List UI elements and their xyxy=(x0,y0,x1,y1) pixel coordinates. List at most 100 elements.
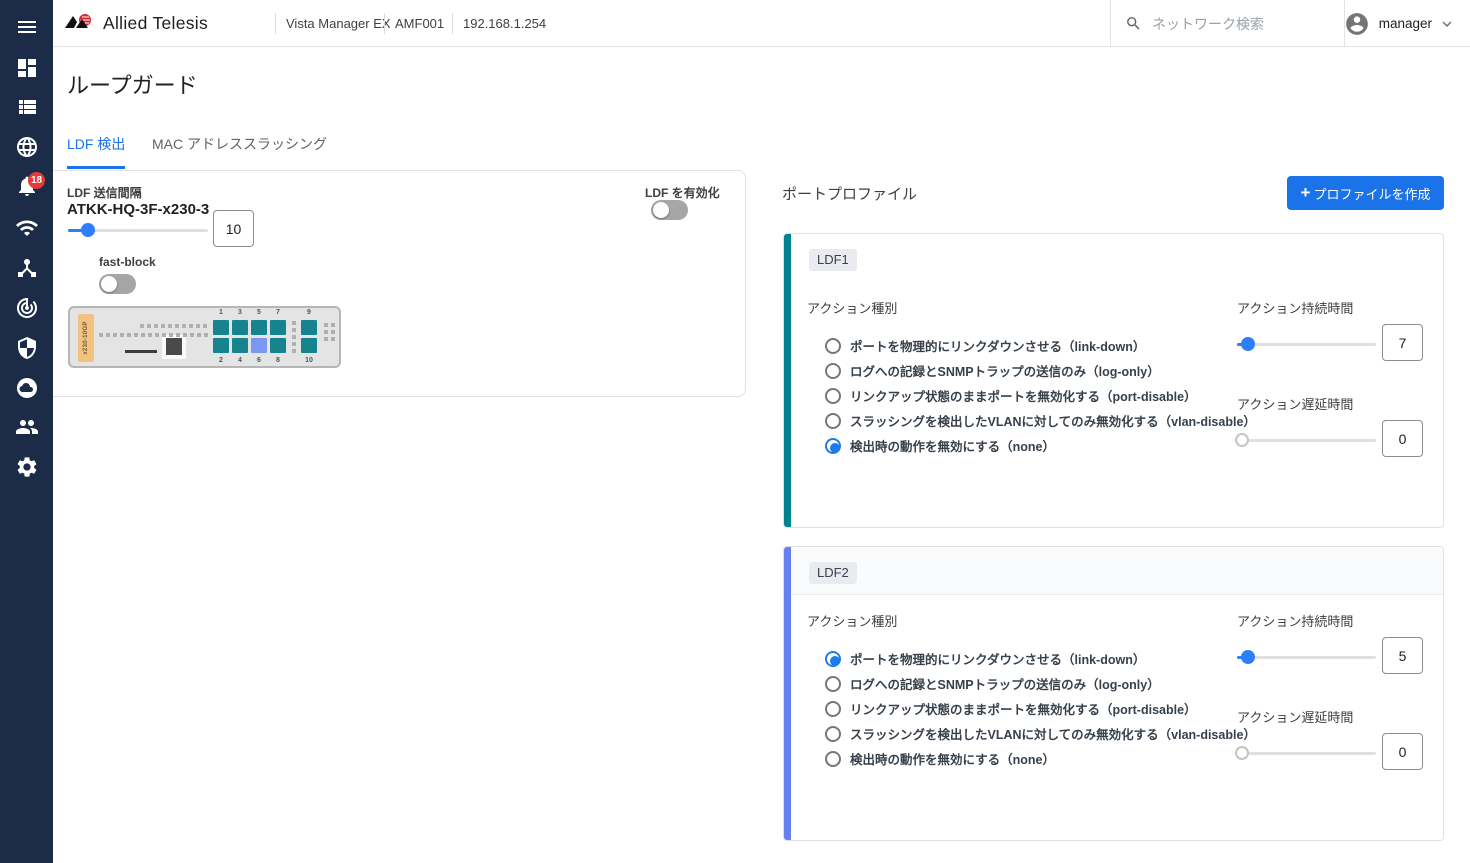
switch-port[interactable] xyxy=(213,320,229,335)
switch-port[interactable] xyxy=(270,338,286,353)
tab-mac-thrashing[interactable]: MAC アドレススラッシング xyxy=(152,134,327,166)
action-radio-option[interactable]: ログへの記録とSNMPトラップの送信のみ（log-only） xyxy=(825,671,1225,696)
led-indicator xyxy=(161,324,165,328)
dashboard-icon[interactable] xyxy=(15,56,39,80)
action-radio-option[interactable]: スラッシングを検出したVLANに対してのみ無効化する（vlan-disable） xyxy=(825,721,1225,746)
action-radio-option[interactable]: リンクアップ状態のままポートを無効化する（port-disable） xyxy=(825,696,1225,721)
radio-icon[interactable] xyxy=(825,651,841,667)
profile-accent-bar xyxy=(784,547,791,840)
port-number: 4 xyxy=(232,357,248,364)
led-indicator xyxy=(176,333,180,337)
header-divider xyxy=(275,13,276,34)
users-icon[interactable] xyxy=(15,415,39,439)
port-number: 9 xyxy=(301,309,317,316)
slider-thumb[interactable] xyxy=(81,223,95,237)
track-changes-icon[interactable] xyxy=(15,296,39,320)
action-duration-slider[interactable] xyxy=(1237,343,1376,346)
radio-icon[interactable] xyxy=(825,363,841,379)
tab-ldf-detection[interactable]: LDF 検出 xyxy=(67,134,125,169)
brand-name: Allied Telesis xyxy=(103,13,208,34)
user-menu[interactable]: manager xyxy=(1344,0,1456,47)
radio-icon[interactable] xyxy=(825,413,841,429)
page-title: ループガード xyxy=(67,68,198,100)
action-duration-input[interactable] xyxy=(1382,324,1423,361)
led-indicator xyxy=(292,349,296,353)
search-input[interactable] xyxy=(1152,16,1322,32)
led-indicator xyxy=(292,335,296,339)
action-delay-input[interactable] xyxy=(1382,733,1423,770)
action-radio-option[interactable]: 検出時の動作を無効にする（none） xyxy=(825,433,1225,458)
ldf-enable-toggle[interactable] xyxy=(651,200,688,220)
radio-icon[interactable] xyxy=(825,338,841,354)
radio-icon[interactable] xyxy=(825,751,841,767)
action-radio-option[interactable]: スラッシングを検出したVLANに対してのみ無効化する（vlan-disable） xyxy=(825,408,1225,433)
switch-port[interactable] xyxy=(213,338,229,353)
switch-port[interactable] xyxy=(232,320,248,335)
radio-label: リンクアップ状態のままポートを無効化する（port-disable） xyxy=(850,386,1197,405)
switch-port[interactable] xyxy=(270,320,286,335)
port-number: 2 xyxy=(213,357,229,364)
action-delay-input[interactable] xyxy=(1382,420,1423,457)
action-delay-label: アクション遅延時間 xyxy=(1237,394,1353,413)
slider-thumb[interactable] xyxy=(1235,433,1249,447)
led-indicator xyxy=(182,324,186,328)
slider-thumb[interactable] xyxy=(1241,337,1255,351)
action-radio-option[interactable]: ログへの記録とSNMPトラップの送信のみ（log-only） xyxy=(825,358,1225,383)
port-number: 10 xyxy=(301,357,317,364)
toggle-knob xyxy=(653,202,669,218)
led-indicator xyxy=(175,324,179,328)
led-indicator xyxy=(183,333,187,337)
radio-label: ログへの記録とSNMPトラップの送信のみ（log-only） xyxy=(850,361,1160,380)
chevron-down-icon xyxy=(1438,15,1456,33)
action-duration-input[interactable] xyxy=(1382,637,1423,674)
led-indicator xyxy=(324,323,328,327)
create-profile-button[interactable]: + プロファイルを作成 xyxy=(1287,176,1444,210)
action-duration-label: アクション持続時間 xyxy=(1237,298,1353,317)
radio-icon[interactable] xyxy=(825,701,841,717)
security-shield-icon[interactable] xyxy=(15,336,39,360)
logo-mark-icon xyxy=(63,12,97,34)
action-type-label: アクション種別 xyxy=(807,611,897,630)
action-delay-slider[interactable] xyxy=(1237,752,1376,755)
switch-port[interactable] xyxy=(301,320,317,335)
radio-icon[interactable] xyxy=(825,438,841,454)
console-port-icon xyxy=(166,338,182,355)
led-indicator xyxy=(292,342,296,346)
switch-port[interactable] xyxy=(251,338,267,353)
slider-thumb[interactable] xyxy=(1241,650,1255,664)
action-duration-slider[interactable] xyxy=(1237,656,1376,659)
action-radio-option[interactable]: 検出時の動作を無効にする（none） xyxy=(825,746,1225,771)
wifi-icon[interactable] xyxy=(15,216,39,240)
port-number: 8 xyxy=(270,357,286,364)
radio-icon[interactable] xyxy=(825,676,841,692)
action-radio-option[interactable]: リンクアップ状態のままポートを無効化する（port-disable） xyxy=(825,383,1225,408)
action-delay-slider[interactable] xyxy=(1237,439,1376,442)
radio-label: ポートを物理的にリンクダウンさせる（link-down） xyxy=(850,336,1145,355)
fast-block-toggle[interactable] xyxy=(99,274,136,294)
switch-port[interactable] xyxy=(301,338,317,353)
radio-icon[interactable] xyxy=(825,726,841,742)
switch-port[interactable] xyxy=(232,338,248,353)
action-radio-option[interactable]: ポートを物理的にリンクダウンさせる（link-down） xyxy=(825,646,1225,671)
network-map-globe-icon[interactable] xyxy=(15,135,39,159)
action-type-radio-group: ポートを物理的にリンクダウンさせる（link-down） ログへの記録とSNMPト… xyxy=(825,646,1225,771)
settings-gear-icon[interactable] xyxy=(15,455,39,479)
led-indicator xyxy=(140,324,144,328)
action-radio-option[interactable]: ポートを物理的にリンクダウンさせる（link-down） xyxy=(825,333,1225,358)
switch-model-text: x230-10GP xyxy=(83,314,89,362)
radio-label: ポートを物理的にリンクダウンさせる（link-down） xyxy=(850,649,1145,668)
led-indicator xyxy=(154,324,158,328)
radio-icon[interactable] xyxy=(825,388,841,404)
ldf-interval-slider[interactable] xyxy=(68,229,208,232)
port-number: 5 xyxy=(251,309,267,316)
radio-label: ログへの記録とSNMPトラップの送信のみ（log-only） xyxy=(850,674,1160,693)
menu-icon[interactable] xyxy=(15,15,39,39)
ldf-interval-input[interactable] xyxy=(213,210,254,247)
device-hub-icon[interactable] xyxy=(15,256,39,280)
led-indicator xyxy=(189,324,193,328)
asset-list-icon[interactable] xyxy=(15,95,39,119)
switch-port[interactable] xyxy=(251,320,267,335)
slider-thumb[interactable] xyxy=(1235,746,1249,760)
cloud-circle-icon[interactable] xyxy=(15,376,39,400)
led-indicator xyxy=(197,333,201,337)
